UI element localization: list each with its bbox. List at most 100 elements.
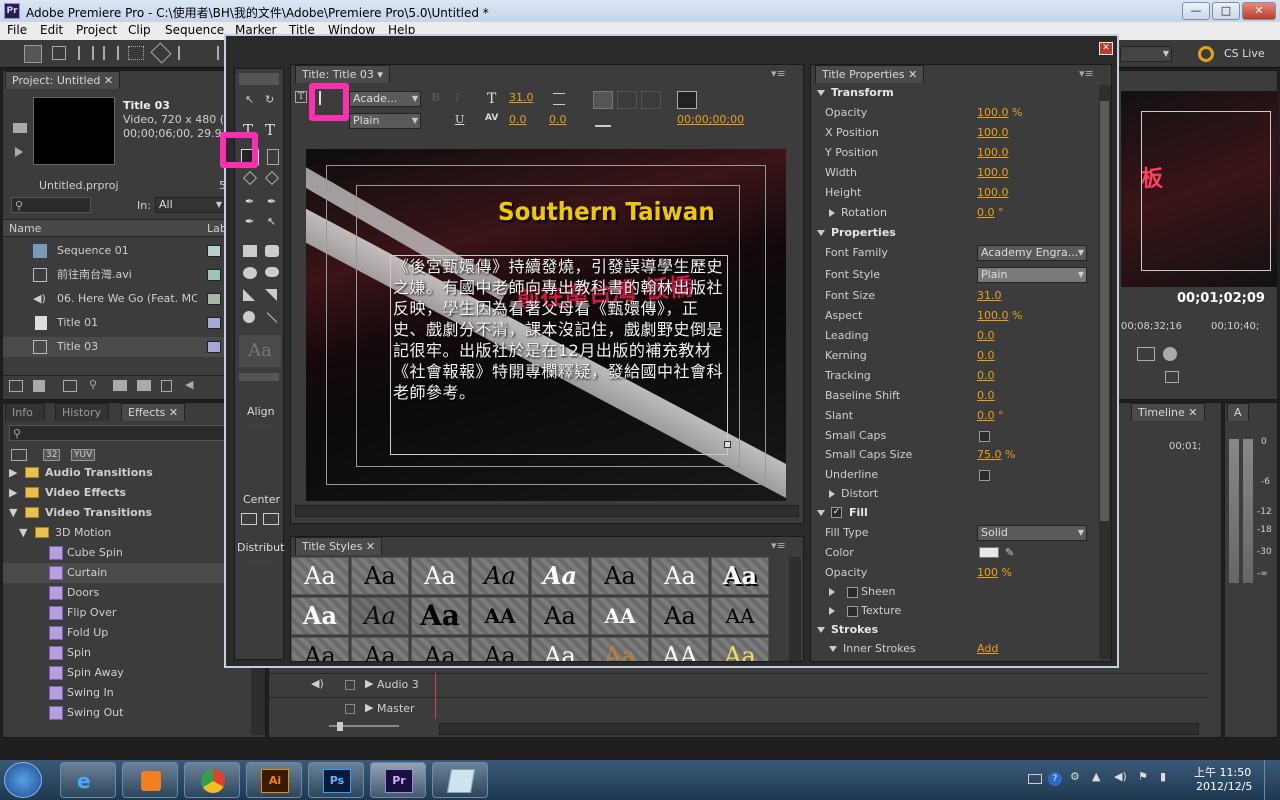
effects-search-input[interactable]: ⚲ bbox=[9, 425, 225, 441]
style-swatch[interactable]: Aa bbox=[351, 637, 409, 661]
audio-meter-tab[interactable]: A bbox=[1227, 403, 1249, 421]
center-vertical-icon[interactable] bbox=[263, 513, 279, 525]
camera-icon[interactable] bbox=[13, 123, 27, 133]
folder-3d-motion[interactable]: ▼ 3D Motion bbox=[3, 523, 225, 543]
taskbar-media-player[interactable] bbox=[122, 762, 178, 798]
list-item[interactable]: 前往南台灣.avi bbox=[3, 265, 225, 285]
panel-menu-icon[interactable]: ▾≡ bbox=[1079, 67, 1094, 80]
vertical-area-type-tool-icon[interactable] bbox=[267, 149, 279, 165]
style-swatch[interactable]: Aa bbox=[471, 557, 529, 595]
style-swatch[interactable]: Aa bbox=[531, 597, 589, 635]
ripple-edit-icon[interactable] bbox=[78, 46, 94, 60]
new-title-icon[interactable]: T bbox=[295, 91, 307, 103]
rotation-tool-icon[interactable]: ↻ bbox=[265, 93, 274, 106]
prop-value[interactable]: 100.0 bbox=[977, 143, 1009, 163]
vertical-path-type-tool-icon[interactable] bbox=[264, 170, 280, 186]
rounded-rect-tool-icon[interactable] bbox=[265, 245, 279, 257]
add-inner-stroke-link[interactable]: Add bbox=[977, 639, 998, 659]
circle-tool-icon[interactable] bbox=[243, 311, 255, 323]
style-swatch[interactable]: Aa bbox=[291, 557, 349, 595]
font-family-dropdown[interactable]: Acade... bbox=[349, 91, 421, 107]
timeline-scrollbar[interactable] bbox=[439, 723, 1199, 735]
effect-item[interactable]: Curtain bbox=[3, 563, 225, 583]
track-lock-icon[interactable] bbox=[345, 680, 355, 690]
distribute-buttons[interactable] bbox=[243, 561, 277, 641]
prop-value[interactable]: 0.0 bbox=[977, 386, 995, 406]
volume-icon[interactable]: ◀) bbox=[1114, 770, 1127, 783]
prop-value[interactable]: 0.0 bbox=[977, 409, 995, 422]
line-tool-icon[interactable] bbox=[266, 312, 278, 323]
icon-view-icon[interactable] bbox=[33, 380, 45, 392]
font-family-select[interactable]: Academy Engra... bbox=[977, 245, 1087, 261]
in-dropdown[interactable]: All bbox=[155, 197, 225, 213]
folder-video-effects[interactable]: ▶ Video Effects bbox=[3, 483, 225, 503]
fill-checkbox[interactable]: ✓ bbox=[831, 507, 842, 518]
prop-value[interactable]: 100.0 bbox=[977, 309, 1009, 322]
accelerated-effects-icon[interactable] bbox=[11, 449, 27, 461]
title-body-text[interactable]: 《後宮甄嬛傳》持續發燒，引發誤導學生歷史之嫌。有國中老師向專出教科書的翰林出版社… bbox=[393, 256, 727, 403]
small-caps-checkbox[interactable] bbox=[979, 431, 990, 442]
eyedropper-icon[interactable]: ✎ bbox=[1005, 543, 1014, 563]
leading-value[interactable]: 0.0 bbox=[549, 113, 567, 126]
properties-scrollbar[interactable] bbox=[1099, 85, 1111, 659]
effect-item[interactable]: Spin Away bbox=[3, 663, 225, 683]
tab-effects[interactable]: Effects ✕ bbox=[121, 403, 186, 421]
prop-distort[interactable]: Distort bbox=[811, 484, 1099, 504]
effect-item[interactable]: Fold Up bbox=[3, 623, 225, 643]
track-expand-icon[interactable]: ▶ bbox=[365, 701, 373, 714]
menu-edit[interactable]: Edit bbox=[40, 23, 63, 37]
section-strokes[interactable]: Strokes bbox=[811, 620, 1099, 640]
razor-icon[interactable] bbox=[150, 42, 172, 64]
rectangle-tool-icon[interactable] bbox=[243, 245, 257, 257]
32bit-badge[interactable]: 32 bbox=[43, 449, 61, 461]
fill-color-swatch[interactable] bbox=[979, 547, 999, 558]
folder-audio-transitions[interactable]: ▶ Audio Transitions bbox=[3, 465, 225, 483]
style-swatch[interactable]: Aa bbox=[471, 637, 529, 661]
panel-menu-icon[interactable]: ▾≡ bbox=[771, 67, 786, 80]
prop-value[interactable]: 0.0 bbox=[977, 206, 995, 219]
effect-item[interactable]: Doors bbox=[3, 583, 225, 603]
zoom-slider[interactable] bbox=[279, 722, 429, 733]
close-button[interactable]: ✕ bbox=[1242, 2, 1276, 20]
play-icon[interactable] bbox=[15, 147, 23, 157]
show-background-video-icon[interactable] bbox=[677, 91, 697, 109]
tab-info[interactable]: Info bbox=[5, 403, 45, 421]
dialog-close-button[interactable]: ✕ bbox=[1099, 42, 1113, 55]
align-center-button[interactable] bbox=[617, 91, 637, 109]
panel-menu-icon[interactable]: ▾≡ bbox=[771, 539, 786, 552]
font-style-dropdown[interactable]: Plain bbox=[349, 113, 421, 129]
prop-value[interactable]: 100.0 bbox=[977, 106, 1009, 119]
track-audio-3[interactable]: ◀) ▶ Audio 3 bbox=[269, 673, 1209, 695]
style-swatch[interactable]: Aa bbox=[591, 557, 649, 595]
background-timecode[interactable]: 00;00;00;00 bbox=[677, 113, 744, 126]
prop-value[interactable]: 75.0 bbox=[977, 448, 1002, 461]
clock-time[interactable]: 上午 11:50 bbox=[1194, 764, 1251, 780]
taskbar-chrome[interactable] bbox=[184, 762, 240, 798]
style-swatch[interactable]: AA bbox=[711, 597, 769, 635]
arc-tool-icon[interactable] bbox=[265, 289, 277, 301]
speaker-icon[interactable]: ◀) bbox=[311, 677, 324, 690]
style-swatch[interactable]: Aa bbox=[411, 557, 469, 595]
list-item[interactable]: Title 03 bbox=[3, 337, 225, 357]
title-properties-tab[interactable]: Title Properties ✕ bbox=[815, 65, 925, 83]
track-master[interactable]: ▶ Master bbox=[269, 697, 1209, 719]
rate-stretch-icon[interactable] bbox=[128, 46, 144, 60]
selection-tool-icon[interactable] bbox=[24, 45, 42, 63]
underline-checkbox[interactable] bbox=[979, 470, 990, 481]
align-left-button[interactable] bbox=[593, 91, 613, 109]
playhead-line[interactable] bbox=[435, 673, 436, 719]
project-tab[interactable]: Project: Untitled ✕ bbox=[5, 71, 121, 89]
italic-button[interactable]: I bbox=[455, 91, 459, 104]
show-desktop-button[interactable] bbox=[1264, 760, 1280, 800]
track-select-icon[interactable] bbox=[52, 46, 66, 60]
font-size-value[interactable]: 31.0 bbox=[509, 91, 534, 104]
prop-rotation[interactable]: Rotation 0.0 ° bbox=[811, 203, 1099, 223]
track-lock-icon[interactable] bbox=[345, 704, 355, 714]
style-swatch[interactable]: Aa bbox=[291, 637, 349, 661]
find-icon[interactable]: ⚲ bbox=[89, 378, 97, 391]
style-swatch[interactable]: Aa bbox=[411, 597, 469, 635]
pen-tool-icon[interactable]: ✒ bbox=[245, 195, 254, 208]
add-anchor-tool-icon[interactable]: ✒ bbox=[245, 215, 254, 228]
safe-margins-icon[interactable] bbox=[1137, 347, 1155, 361]
canvas-horizontal-scrollbar[interactable] bbox=[295, 505, 799, 517]
